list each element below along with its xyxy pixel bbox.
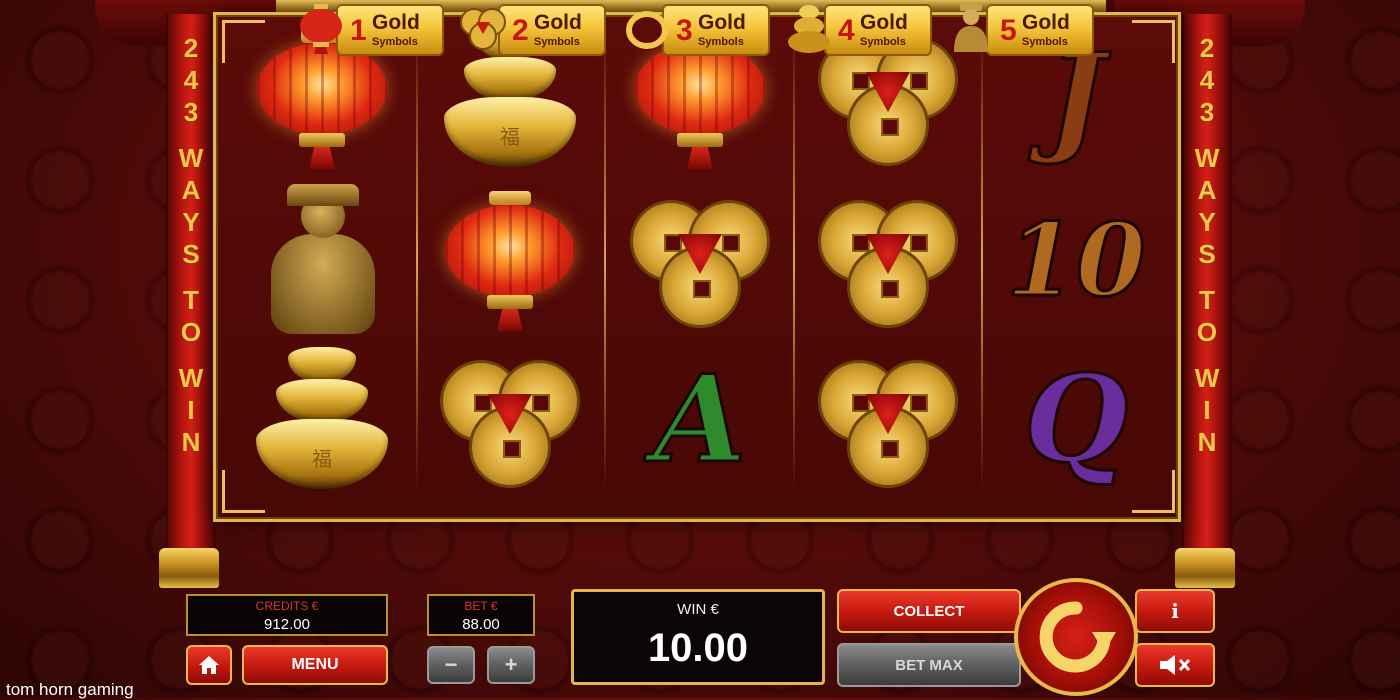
menu-button[interactable]: MENU	[242, 645, 388, 685]
ingot-icon	[786, 2, 832, 54]
credits-display: CREDITS € 912.00	[186, 594, 388, 636]
gold-badge-plate: 5 Gold Symbols	[986, 4, 1094, 56]
lantern-symbol	[420, 180, 600, 340]
gold-word: Gold	[372, 11, 420, 34]
right-pillar-text: 243WAYSTOWIN	[1194, 33, 1220, 457]
gold-symbol-badge-5: 5 Gold Symbols	[948, 0, 1098, 58]
bet-label: BET €	[464, 599, 498, 613]
reel-divider	[416, 30, 418, 490]
win-display: WIN € 10.00	[571, 589, 825, 685]
gold-count: 5	[1000, 14, 1017, 47]
left-pillar-text: 243WAYSTOWIN	[178, 33, 204, 457]
gold-sub-label: Symbols	[372, 36, 418, 48]
coins-icon	[460, 2, 506, 54]
gold-word: Gold	[1022, 11, 1070, 34]
win-value: 10.00	[647, 626, 749, 670]
gold-symbol-badge-3: 3 Gold Symbols	[624, 0, 774, 58]
gold-coins-symbol	[420, 340, 600, 500]
bet-decrease-button[interactable]: −	[427, 646, 475, 684]
sound-button[interactable]	[1135, 643, 1215, 687]
reel-divider	[981, 30, 983, 490]
statue-icon	[948, 2, 994, 54]
god-of-wealth-statue-symbol	[232, 180, 412, 340]
home-button[interactable]	[186, 645, 232, 685]
gold-badge-plate: 1 Gold Symbols	[336, 4, 444, 56]
gold-symbol-badge-4: 4 Gold Symbols	[786, 0, 936, 58]
gold-badge-plate: 3 Gold Symbols	[662, 4, 770, 56]
spin-button[interactable]	[1014, 578, 1138, 696]
card-letter: Q	[1022, 349, 1130, 490]
collect-button[interactable]: COLLECT	[837, 589, 1021, 633]
card-symbol-q: Q	[986, 340, 1166, 500]
gold-sub-label: Symbols	[860, 36, 906, 48]
gold-count: 4	[838, 14, 855, 47]
brand-logo-text: tom horn gaming	[6, 680, 134, 699]
gold-symbol-badge-2: 2 Gold Symbols	[460, 0, 610, 58]
lantern-icon	[298, 2, 344, 54]
gold-coins-symbol	[610, 180, 790, 340]
gold-word: Gold	[534, 11, 582, 34]
right-pillar-base	[1175, 548, 1235, 588]
card-symbol-a: A	[610, 340, 790, 500]
info-button[interactable]: i	[1135, 589, 1215, 633]
win-label: WIN €	[677, 601, 719, 618]
bet-increase-button[interactable]: +	[487, 646, 535, 684]
gold-sub-label: Symbols	[1022, 36, 1068, 48]
gold-coins-symbol	[798, 340, 978, 500]
gold-word: Gold	[698, 11, 746, 34]
home-icon	[199, 656, 219, 674]
bet-display: BET € 88.00	[427, 594, 535, 636]
gold-count: 1	[350, 14, 367, 47]
gold-badge-plate: 4 Gold Symbols	[824, 4, 932, 56]
gold-count: 3	[676, 14, 693, 47]
left-pillar: 243WAYSTOWIN	[166, 14, 216, 574]
reel-divider	[793, 30, 795, 490]
gold-sub-label: Symbols	[534, 36, 580, 48]
credits-label: CREDITS €	[255, 599, 319, 613]
card-letter: A	[652, 349, 748, 490]
spin-arrow-icon	[1039, 601, 1116, 673]
credits-value: 912.00	[264, 616, 310, 633]
ring-icon	[624, 2, 670, 54]
gold-ingot-symbol: 福	[232, 340, 412, 500]
gold-symbol-badge-1: 1 Gold Symbols	[298, 0, 448, 58]
card-symbol-10: 10	[986, 180, 1166, 340]
gold-badge-plate: 2 Gold Symbols	[498, 4, 606, 56]
right-pillar: 243WAYSTOWIN	[1182, 14, 1232, 574]
gold-sub-label: Symbols	[698, 36, 744, 48]
gold-coins-symbol	[798, 180, 978, 340]
left-pillar-base	[159, 548, 219, 588]
gold-count: 2	[512, 14, 529, 47]
speaker-mute-icon	[1160, 655, 1191, 675]
reel-divider	[604, 30, 606, 490]
bet-value: 88.00	[462, 616, 500, 633]
card-letter: 10	[1005, 201, 1147, 319]
bet-max-button[interactable]: BET MAX	[837, 643, 1021, 687]
gold-word: Gold	[860, 11, 908, 34]
